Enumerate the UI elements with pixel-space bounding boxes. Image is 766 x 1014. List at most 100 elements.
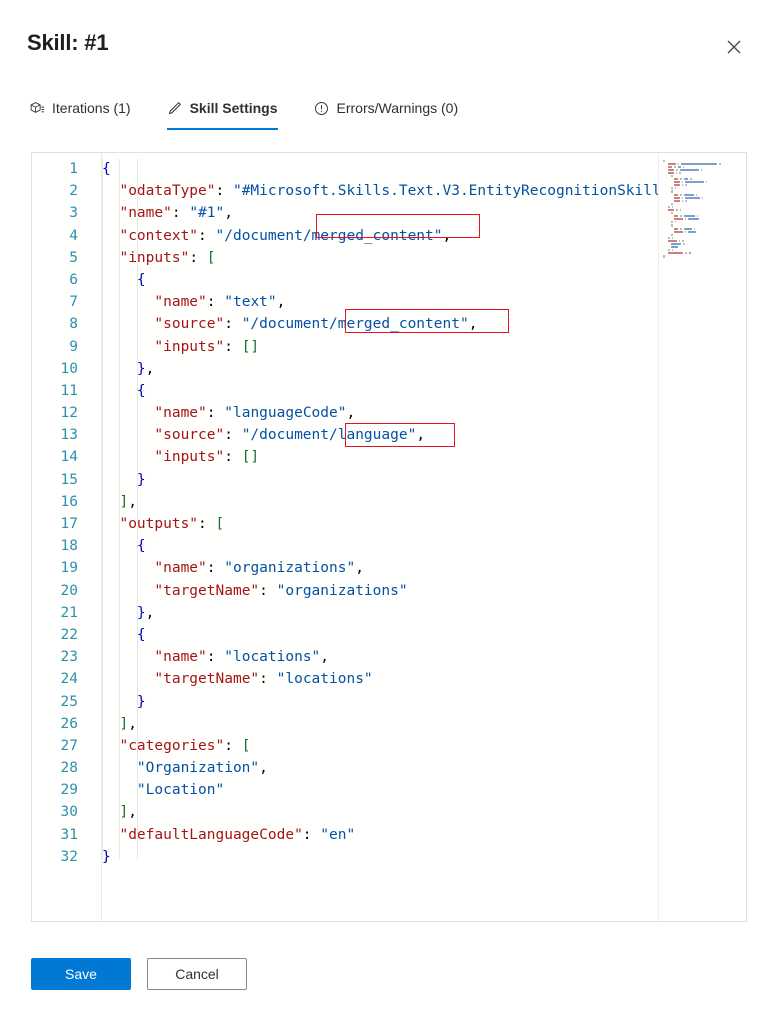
minimap-token bbox=[671, 224, 673, 227]
minimap-token bbox=[674, 196, 680, 199]
code-token-str: "Location" bbox=[136, 782, 225, 799]
code-viewport[interactable]: 1{2 "odataType": "#Microsoft.Skills.Text… bbox=[32, 153, 658, 921]
minimap-token bbox=[674, 193, 679, 196]
code-token-punct: : bbox=[198, 227, 216, 244]
code-token-punct: , bbox=[320, 649, 330, 666]
panel-header: Skill: #1 bbox=[0, 0, 766, 80]
line-number: 10 bbox=[60, 360, 78, 377]
code-token-punct: : bbox=[198, 516, 216, 532]
line-number: 23 bbox=[60, 649, 78, 666]
code-token-brace: } bbox=[136, 471, 146, 488]
minimap-token bbox=[683, 193, 694, 196]
minimap-token bbox=[685, 181, 704, 184]
code-token-punct: : bbox=[206, 405, 225, 422]
minimap-token bbox=[680, 227, 682, 230]
code-line: 4 "context": "/document/merged_content", bbox=[32, 225, 658, 247]
code-token-key: "source" bbox=[154, 427, 225, 444]
minimap-token bbox=[685, 196, 700, 199]
code-token-punct: : bbox=[224, 737, 242, 754]
line-number: 20 bbox=[60, 582, 78, 599]
code-line-text: "name": "#1", bbox=[90, 202, 658, 224]
minimap-token bbox=[663, 255, 665, 258]
exclamation-circle-icon bbox=[314, 100, 330, 116]
code-token-key: "targetName" bbox=[154, 582, 260, 599]
code-token-brace: } bbox=[136, 360, 146, 377]
tab-errors-warnings[interactable]: Errors/Warnings (0) bbox=[312, 92, 471, 124]
code-line-text: { bbox=[90, 269, 658, 291]
editor-minimap[interactable] bbox=[658, 153, 746, 921]
code-line-text: } bbox=[90, 691, 658, 713]
line-number: 15 bbox=[60, 471, 78, 488]
code-line: 32} bbox=[32, 846, 658, 868]
line-number: 17 bbox=[60, 516, 78, 532]
code-line: 27 "categories": [ bbox=[32, 735, 658, 757]
code-token-punct: , bbox=[416, 427, 426, 444]
code-line: 13 "source": "/document/language", bbox=[32, 424, 658, 446]
code-token-punct: , bbox=[276, 294, 286, 311]
minimap-token bbox=[671, 174, 673, 178]
page-title: Skill: #1 bbox=[27, 30, 109, 55]
tab-iterations[interactable]: Iterations (1) bbox=[27, 92, 143, 124]
code-line-text: ], bbox=[90, 491, 658, 513]
code-line: 6 { bbox=[32, 269, 658, 291]
code-token-brace: { bbox=[136, 626, 146, 643]
code-token-key: "inputs" bbox=[154, 449, 225, 466]
minimap-token bbox=[668, 249, 670, 252]
code-token-key: "odataType" bbox=[119, 183, 216, 200]
indent-guide bbox=[136, 159, 138, 860]
code-token-brace: { bbox=[136, 538, 146, 555]
minimap-token bbox=[668, 162, 676, 165]
code-token-str: "/document/merged_content" bbox=[241, 316, 469, 333]
code-line-text: "inputs": [] bbox=[90, 446, 658, 468]
code-token-brace: } bbox=[102, 848, 111, 865]
cancel-button[interactable]: Cancel bbox=[147, 958, 247, 990]
code-token-key: "context" bbox=[119, 227, 199, 244]
minimap-token bbox=[676, 209, 678, 212]
code-token-brack: [ bbox=[215, 516, 225, 532]
minimap-token bbox=[671, 243, 682, 246]
line-number: 1 bbox=[69, 161, 78, 177]
save-button[interactable]: Save bbox=[31, 958, 131, 990]
code-token-brack: ] bbox=[119, 493, 129, 510]
code-token-str: "/document/language" bbox=[241, 427, 417, 444]
line-number: 28 bbox=[60, 760, 78, 777]
code-token-str: "text" bbox=[224, 294, 277, 311]
code-token-punct: , bbox=[442, 227, 452, 244]
code-line: 10 }, bbox=[32, 358, 658, 380]
minimap-token bbox=[671, 212, 673, 215]
code-line-text: "Organization", bbox=[90, 757, 658, 779]
code-token-key: "name" bbox=[154, 405, 207, 422]
code-content[interactable]: 1{2 "odataType": "#Microsoft.Skills.Text… bbox=[32, 158, 658, 868]
code-line: 17 "outputs": [ bbox=[32, 513, 658, 535]
minimap-token bbox=[683, 178, 689, 181]
minimap-token bbox=[668, 168, 675, 171]
code-line-text: "context": "/document/merged_content", bbox=[90, 225, 658, 247]
iterations-cube-icon bbox=[29, 100, 45, 116]
minimap-token bbox=[679, 168, 699, 171]
code-token-punct: , bbox=[145, 360, 155, 377]
code-line-text: } bbox=[90, 846, 658, 868]
minimap-token bbox=[674, 215, 679, 218]
line-number: 5 bbox=[69, 249, 78, 266]
minimap-token bbox=[701, 196, 704, 199]
close-button[interactable] bbox=[716, 30, 752, 66]
code-token-key: "name" bbox=[119, 205, 172, 222]
minimap-token bbox=[693, 227, 696, 230]
code-token-punct: : bbox=[259, 582, 277, 599]
code-token-str: "languageCode" bbox=[224, 405, 347, 422]
code-token-brace: } bbox=[136, 604, 146, 621]
code-line-text: "odataType": "#Microsoft.Skills.Text.V3.… bbox=[90, 180, 658, 202]
code-token-punct: : bbox=[215, 183, 233, 200]
code-token-key: "source" bbox=[154, 316, 225, 333]
code-token-punct: : bbox=[206, 294, 225, 311]
code-line: 1{ bbox=[32, 158, 658, 180]
minimap-token bbox=[719, 162, 721, 165]
line-number: 29 bbox=[60, 782, 78, 799]
code-token-str: "Organization" bbox=[136, 760, 260, 777]
code-line-text: "defaultLanguageCode": "en" bbox=[90, 824, 658, 846]
json-code-editor[interactable]: 1{2 "odataType": "#Microsoft.Skills.Text… bbox=[31, 152, 747, 922]
code-line: 8 "source": "/document/merged_content", bbox=[32, 313, 658, 335]
tab-skill-settings[interactable]: Skill Settings bbox=[165, 92, 290, 130]
line-number: 18 bbox=[60, 538, 78, 555]
code-line: 2 "odataType": "#Microsoft.Skills.Text.V… bbox=[32, 180, 658, 202]
